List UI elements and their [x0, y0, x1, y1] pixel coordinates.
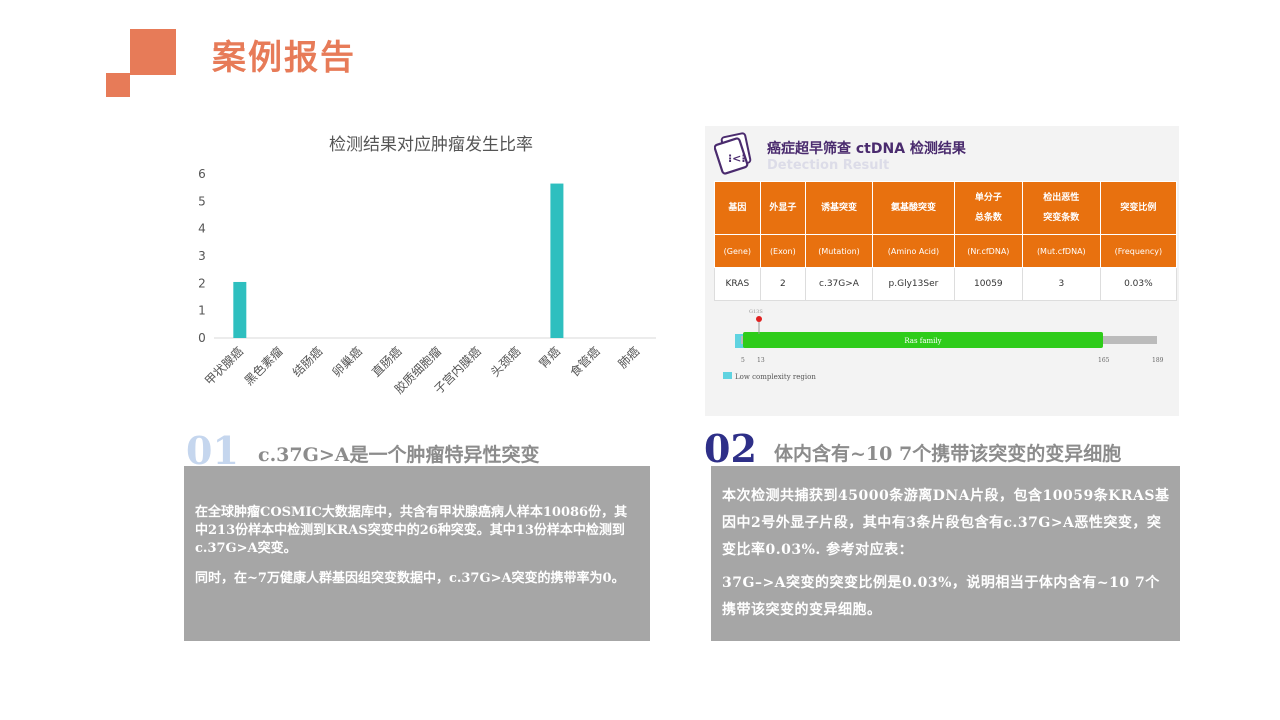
section-number-02: 02	[704, 426, 757, 471]
detection-result-table: 基因 外显子 诱基突变 氨基酸突变 单分子 总条数 检出恶性 突变条数 突变比例 (…	[714, 181, 1178, 301]
col-header-mut-cfdna: 检出恶性 突变条数	[1021, 181, 1101, 235]
x-tick-label: 直肠癌	[368, 344, 404, 380]
page-title: 案例报告	[212, 38, 356, 78]
y-tick-label: 3	[198, 249, 206, 263]
x-tick-label: 食管癌	[567, 344, 603, 380]
col-header-en: (Nr.cfDNA)	[953, 234, 1023, 268]
col-header-mutation: 诱基突变	[804, 181, 874, 235]
y-tick-label: 1	[198, 304, 206, 318]
legend-swatch-lcr	[723, 372, 732, 379]
paragraph: 37G–>A突变的突变比例是0.03%，说明相当于体内含有~10 7个携带该突变…	[722, 575, 1160, 618]
title-decoration-square-large	[130, 29, 176, 75]
col-header-frequency: 突变比例	[1099, 181, 1178, 235]
svg-text:⁝<⁝: ⁝<⁝	[728, 152, 746, 165]
report-document-icon: ⁝<⁝	[714, 132, 752, 175]
report-subtitle: Detection Result	[767, 158, 890, 173]
col-header-en: (Frequency)	[1099, 234, 1178, 268]
axis-label: 165	[1098, 357, 1110, 364]
detection-report-panel: ⁝<⁝ 癌症超早筛查 ctDNA 检测结果 Detection Result 基…	[705, 126, 1179, 416]
col-header-nr-cfdna: 单分子 总条数	[953, 181, 1023, 235]
paragraph: 本次检测共捕获到45000条游离DNA片段，包含10059条KRAS基因中2号外…	[722, 488, 1170, 558]
chart-x-axis-labels: 甲状腺癌黑色素瘤 结肠癌 卵巢癌 直肠癌胶质细胞瘤子宫内膜癌 头颈癌 胃癌 食管癌 肺癌	[201, 344, 642, 397]
y-tick-label: 0	[198, 331, 206, 345]
paragraph: 同时，在~7万健康人群基因组突变数据中，c.37G>A突变的携带率为0。	[195, 571, 625, 586]
x-tick-label: 卵巢癌	[329, 344, 365, 380]
chart-bars	[233, 183, 564, 338]
col-header-en: (Mut.cfDNA)	[1021, 234, 1101, 268]
section-heading-02: 体内含有~10 7个携带该突变的变异细胞	[774, 443, 1122, 465]
x-tick-label: 甲状腺癌	[201, 344, 246, 389]
x-tick-label: 肺癌	[615, 344, 643, 372]
x-tick-label: 胃癌	[535, 344, 563, 372]
protein-domain-diagram: Ras family G13S 5 13 165 189 Low complex…	[723, 309, 1164, 381]
report-title: 癌症超早筛查 ctDNA 检测结果	[767, 141, 966, 157]
section-heading-01: c.37G>A是一个肿瘤特异性突变	[258, 444, 540, 466]
bar-1	[233, 281, 247, 338]
domain-label: Ras family	[904, 337, 941, 345]
mutation-marker-label: G13S	[749, 309, 763, 315]
mutation-marker-dot	[756, 316, 762, 322]
col-header-en: (Gene)	[714, 234, 761, 268]
title-decoration-square-small	[106, 73, 130, 97]
y-tick-label: 2	[198, 276, 206, 290]
col-header-gene: 基因	[714, 181, 761, 235]
section-text-box-02: 本次检测共捕获到45000条游离DNA片段，包含10059条KRAS基因中2号外…	[711, 466, 1180, 641]
paragraph: 在全球肿瘤COSMIC大数据库中，共含有甲状腺癌病人样本10086份，其中213…	[195, 505, 628, 556]
axis-label: 5	[741, 357, 745, 364]
legend-label: Low complexity region	[735, 373, 816, 381]
table-header-row: 基因 外显子 诱基突变 氨基酸突变 单分子 总条数 检出恶性 突变条数 突变比例	[714, 181, 1178, 235]
chart-y-axis: 0 1 2 3 4 5 6	[198, 167, 206, 345]
x-tick-label: 头颈癌	[487, 344, 523, 380]
section-text-box-01: 在全球肿瘤COSMIC大数据库中，共含有甲状腺癌病人样本10086份，其中213…	[184, 466, 650, 641]
table-header-en-row: (Gene) (Exon) (Mutation) (Amino Acid) (N…	[714, 234, 1178, 268]
col-header-exon: 外显子	[759, 181, 806, 235]
col-header-en: (Exon)	[759, 234, 806, 268]
x-tick-label: 黑色素瘤	[241, 344, 286, 389]
col-header-en: (Mutation)	[804, 234, 874, 268]
y-tick-label: 4	[198, 222, 206, 236]
bar-9	[550, 183, 564, 338]
col-header-en: (Amino Acid)	[872, 234, 955, 268]
chart-title: 检测结果对应肿瘤发生比率	[329, 135, 533, 155]
tumor-incidence-bar-chart: 检测结果对应肿瘤发生比率 0 1 2 3 4 5 6 甲状腺癌黑色素瘤 结肠癌 卵巢癌 直肠癌胶质…	[198, 135, 656, 397]
y-tick-label: 5	[198, 194, 206, 208]
y-tick-label: 6	[198, 167, 206, 181]
axis-label: 13	[757, 357, 765, 364]
axis-label: 189	[1152, 357, 1164, 364]
col-header-amino-acid: 氨基酸突变	[872, 181, 955, 235]
x-tick-label: 结肠癌	[289, 344, 325, 380]
